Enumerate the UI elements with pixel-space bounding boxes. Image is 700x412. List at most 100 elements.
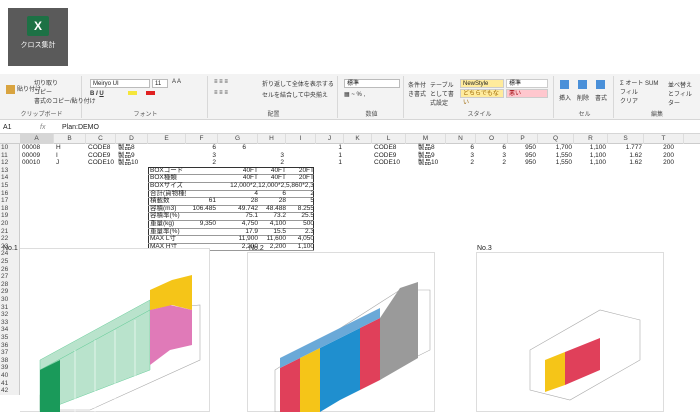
cell-c11[interactable]: CODE9 bbox=[88, 152, 110, 160]
summary-cell-i[interactable]: 20FT bbox=[286, 174, 314, 182]
summary-cell-g[interactable]: 11,900 bbox=[218, 235, 258, 243]
summary-cell-label[interactable]: 容積率(%) bbox=[150, 212, 186, 220]
cell-q11[interactable]: 1,550 bbox=[538, 152, 572, 160]
summary-cell-f[interactable] bbox=[186, 212, 216, 220]
col-header-q[interactable]: Q bbox=[538, 134, 574, 144]
cell-t12[interactable]: 200 bbox=[644, 159, 674, 167]
summary-cell-h[interactable]: 15.5 bbox=[258, 228, 286, 236]
bad-cell-style[interactable]: 悪い bbox=[506, 89, 548, 98]
cell-q10[interactable]: 1,700 bbox=[538, 144, 572, 152]
neutral-cell-style[interactable]: どちらでもない bbox=[460, 89, 504, 106]
summary-cell-g[interactable]: 40FT bbox=[218, 167, 258, 175]
summary-cell-f[interactable] bbox=[186, 190, 216, 198]
format-cells-button[interactable] bbox=[596, 80, 607, 89]
cell-r11[interactable]: 1,100 bbox=[574, 152, 606, 160]
col-header-r[interactable]: R bbox=[574, 134, 608, 144]
summary-cell-i[interactable]: 500 bbox=[286, 220, 314, 228]
copy-button[interactable]: コピー bbox=[34, 87, 52, 96]
align-left-icon[interactable]: ≡ ≡ ≡ bbox=[214, 90, 228, 96]
cell-l12[interactable]: CODE10 bbox=[374, 159, 400, 167]
normal-cell-style[interactable]: 標準 bbox=[506, 79, 548, 88]
font-color-icon[interactable] bbox=[146, 91, 157, 97]
fx-icon[interactable]: fx bbox=[40, 124, 45, 131]
cell-p10[interactable]: 950 bbox=[508, 144, 536, 152]
summary-cell-g[interactable]: 28 bbox=[218, 197, 258, 205]
cell-h12[interactable]: 2 bbox=[258, 159, 284, 167]
summary-cell-i[interactable]: 2 bbox=[286, 190, 314, 198]
col-header-p[interactable]: P bbox=[508, 134, 538, 144]
cross-tab-addin-button[interactable]: X クロス集計 bbox=[8, 8, 68, 66]
row-number[interactable]: 17 bbox=[0, 197, 20, 205]
row-number[interactable]: 15 bbox=[0, 182, 20, 190]
cell-p12[interactable]: 950 bbox=[508, 159, 536, 167]
cell-a10[interactable]: 00008 bbox=[22, 144, 40, 152]
cell-f11[interactable]: 3 bbox=[186, 152, 216, 160]
summary-cell-label[interactable]: BOXサイズ bbox=[150, 182, 186, 190]
cell-r12[interactable]: 1,100 bbox=[574, 159, 606, 167]
summary-cell-i[interactable]: 5,860*2,350*2,350 bbox=[286, 182, 314, 190]
summary-cell-g[interactable]: 75.1 bbox=[218, 212, 258, 220]
summary-cell-label[interactable]: BOXコード bbox=[150, 167, 186, 175]
summary-cell-h[interactable]: 40FT bbox=[258, 174, 286, 182]
conditional-format-button[interactable]: 条件付き書式 bbox=[408, 80, 428, 98]
summary-cell-i[interactable]: 2.3 bbox=[286, 228, 314, 236]
cell-t11[interactable]: 200 bbox=[644, 152, 674, 160]
fill-button[interactable]: フィル bbox=[620, 87, 638, 96]
formula-input[interactable]: Plan:DEMO bbox=[62, 124, 99, 131]
name-box[interactable]: A1 bbox=[3, 124, 12, 131]
summary-cell-f[interactable]: 106.485 bbox=[186, 205, 217, 213]
summary-cell-h[interactable]: 73.2 bbox=[258, 212, 286, 220]
col-header-g[interactable]: G bbox=[218, 134, 258, 144]
font-size-select[interactable]: 11 bbox=[152, 79, 168, 88]
summary-cell-g[interactable]: 4,750 bbox=[218, 220, 258, 228]
cell-n11[interactable]: 3 bbox=[446, 152, 474, 160]
summary-cell-h[interactable]: 48.488 bbox=[258, 205, 286, 213]
autosum-button[interactable]: Σ オート SUM bbox=[620, 78, 658, 87]
summary-cell-g[interactable]: 49.742 bbox=[218, 205, 258, 213]
cell-d10[interactable]: 製品8 bbox=[118, 144, 135, 152]
col-header-n[interactable]: N bbox=[446, 134, 476, 144]
row-number[interactable]: 10 bbox=[0, 144, 20, 152]
cell-o10[interactable]: 6 bbox=[476, 144, 506, 152]
col-header-c[interactable]: C bbox=[86, 134, 116, 144]
summary-cell-label[interactable]: MAX L寸 bbox=[150, 235, 186, 243]
col-header-f[interactable]: F bbox=[186, 134, 218, 144]
col-header-e[interactable]: E bbox=[148, 134, 186, 144]
cell-g10[interactable]: 6 bbox=[218, 144, 246, 152]
cell-n12[interactable]: 2 bbox=[446, 159, 474, 167]
col-header-m[interactable]: M bbox=[406, 134, 446, 144]
summary-cell-f[interactable] bbox=[186, 174, 216, 182]
row-number[interactable]: 22 bbox=[0, 235, 20, 243]
insert-cells-button[interactable] bbox=[560, 80, 571, 89]
cell-o12[interactable]: 2 bbox=[476, 159, 506, 167]
cell-l11[interactable]: CODE9 bbox=[374, 152, 396, 160]
cell-b10[interactable]: H bbox=[56, 144, 61, 152]
summary-cell-label[interactable]: BOX種類 bbox=[150, 174, 186, 182]
summary-cell-label[interactable]: 重量率(%) bbox=[150, 228, 186, 236]
cell-s11[interactable]: 1.62 bbox=[608, 152, 642, 160]
cell-a12[interactable]: 00010 bbox=[22, 159, 40, 167]
summary-cell-h[interactable]: 40FT bbox=[258, 167, 286, 175]
summary-cell-g[interactable]: 17.9 bbox=[218, 228, 258, 236]
merge-center-button[interactable]: セルを結合して中央揃え bbox=[262, 90, 328, 99]
fill-color-icon[interactable] bbox=[128, 91, 139, 97]
cell-j10[interactable]: 1 bbox=[316, 144, 342, 152]
cell-b12[interactable]: J bbox=[56, 159, 59, 167]
delete-cells-button[interactable] bbox=[578, 80, 589, 89]
row-number[interactable]: 14 bbox=[0, 174, 20, 182]
summary-cell-h[interactable]: 11,600 bbox=[258, 235, 286, 243]
align-top-icon[interactable]: ≡ ≡ ≡ bbox=[214, 79, 228, 85]
summary-cell-g[interactable]: 4 bbox=[218, 190, 258, 198]
cell-m12[interactable]: 製品10 bbox=[418, 159, 438, 167]
clear-button[interactable]: クリア bbox=[620, 96, 638, 105]
col-header-d[interactable]: D bbox=[116, 134, 148, 144]
row-number[interactable]: 11 bbox=[0, 151, 20, 160]
sort-filter-button[interactable]: 並べ替えとフィルター bbox=[668, 80, 696, 107]
cell-r10[interactable]: 1,100 bbox=[574, 144, 606, 152]
cell-f12[interactable]: 2 bbox=[186, 159, 216, 167]
summary-cell-f[interactable] bbox=[186, 228, 216, 236]
summary-cell-g[interactable]: 12,000*2, bbox=[218, 182, 258, 190]
summary-cell-h[interactable]: 12,000*2, bbox=[258, 182, 286, 190]
summary-cell-i[interactable]: 20FT bbox=[286, 167, 314, 175]
summary-cell-label[interactable]: 積載数 bbox=[150, 197, 186, 205]
